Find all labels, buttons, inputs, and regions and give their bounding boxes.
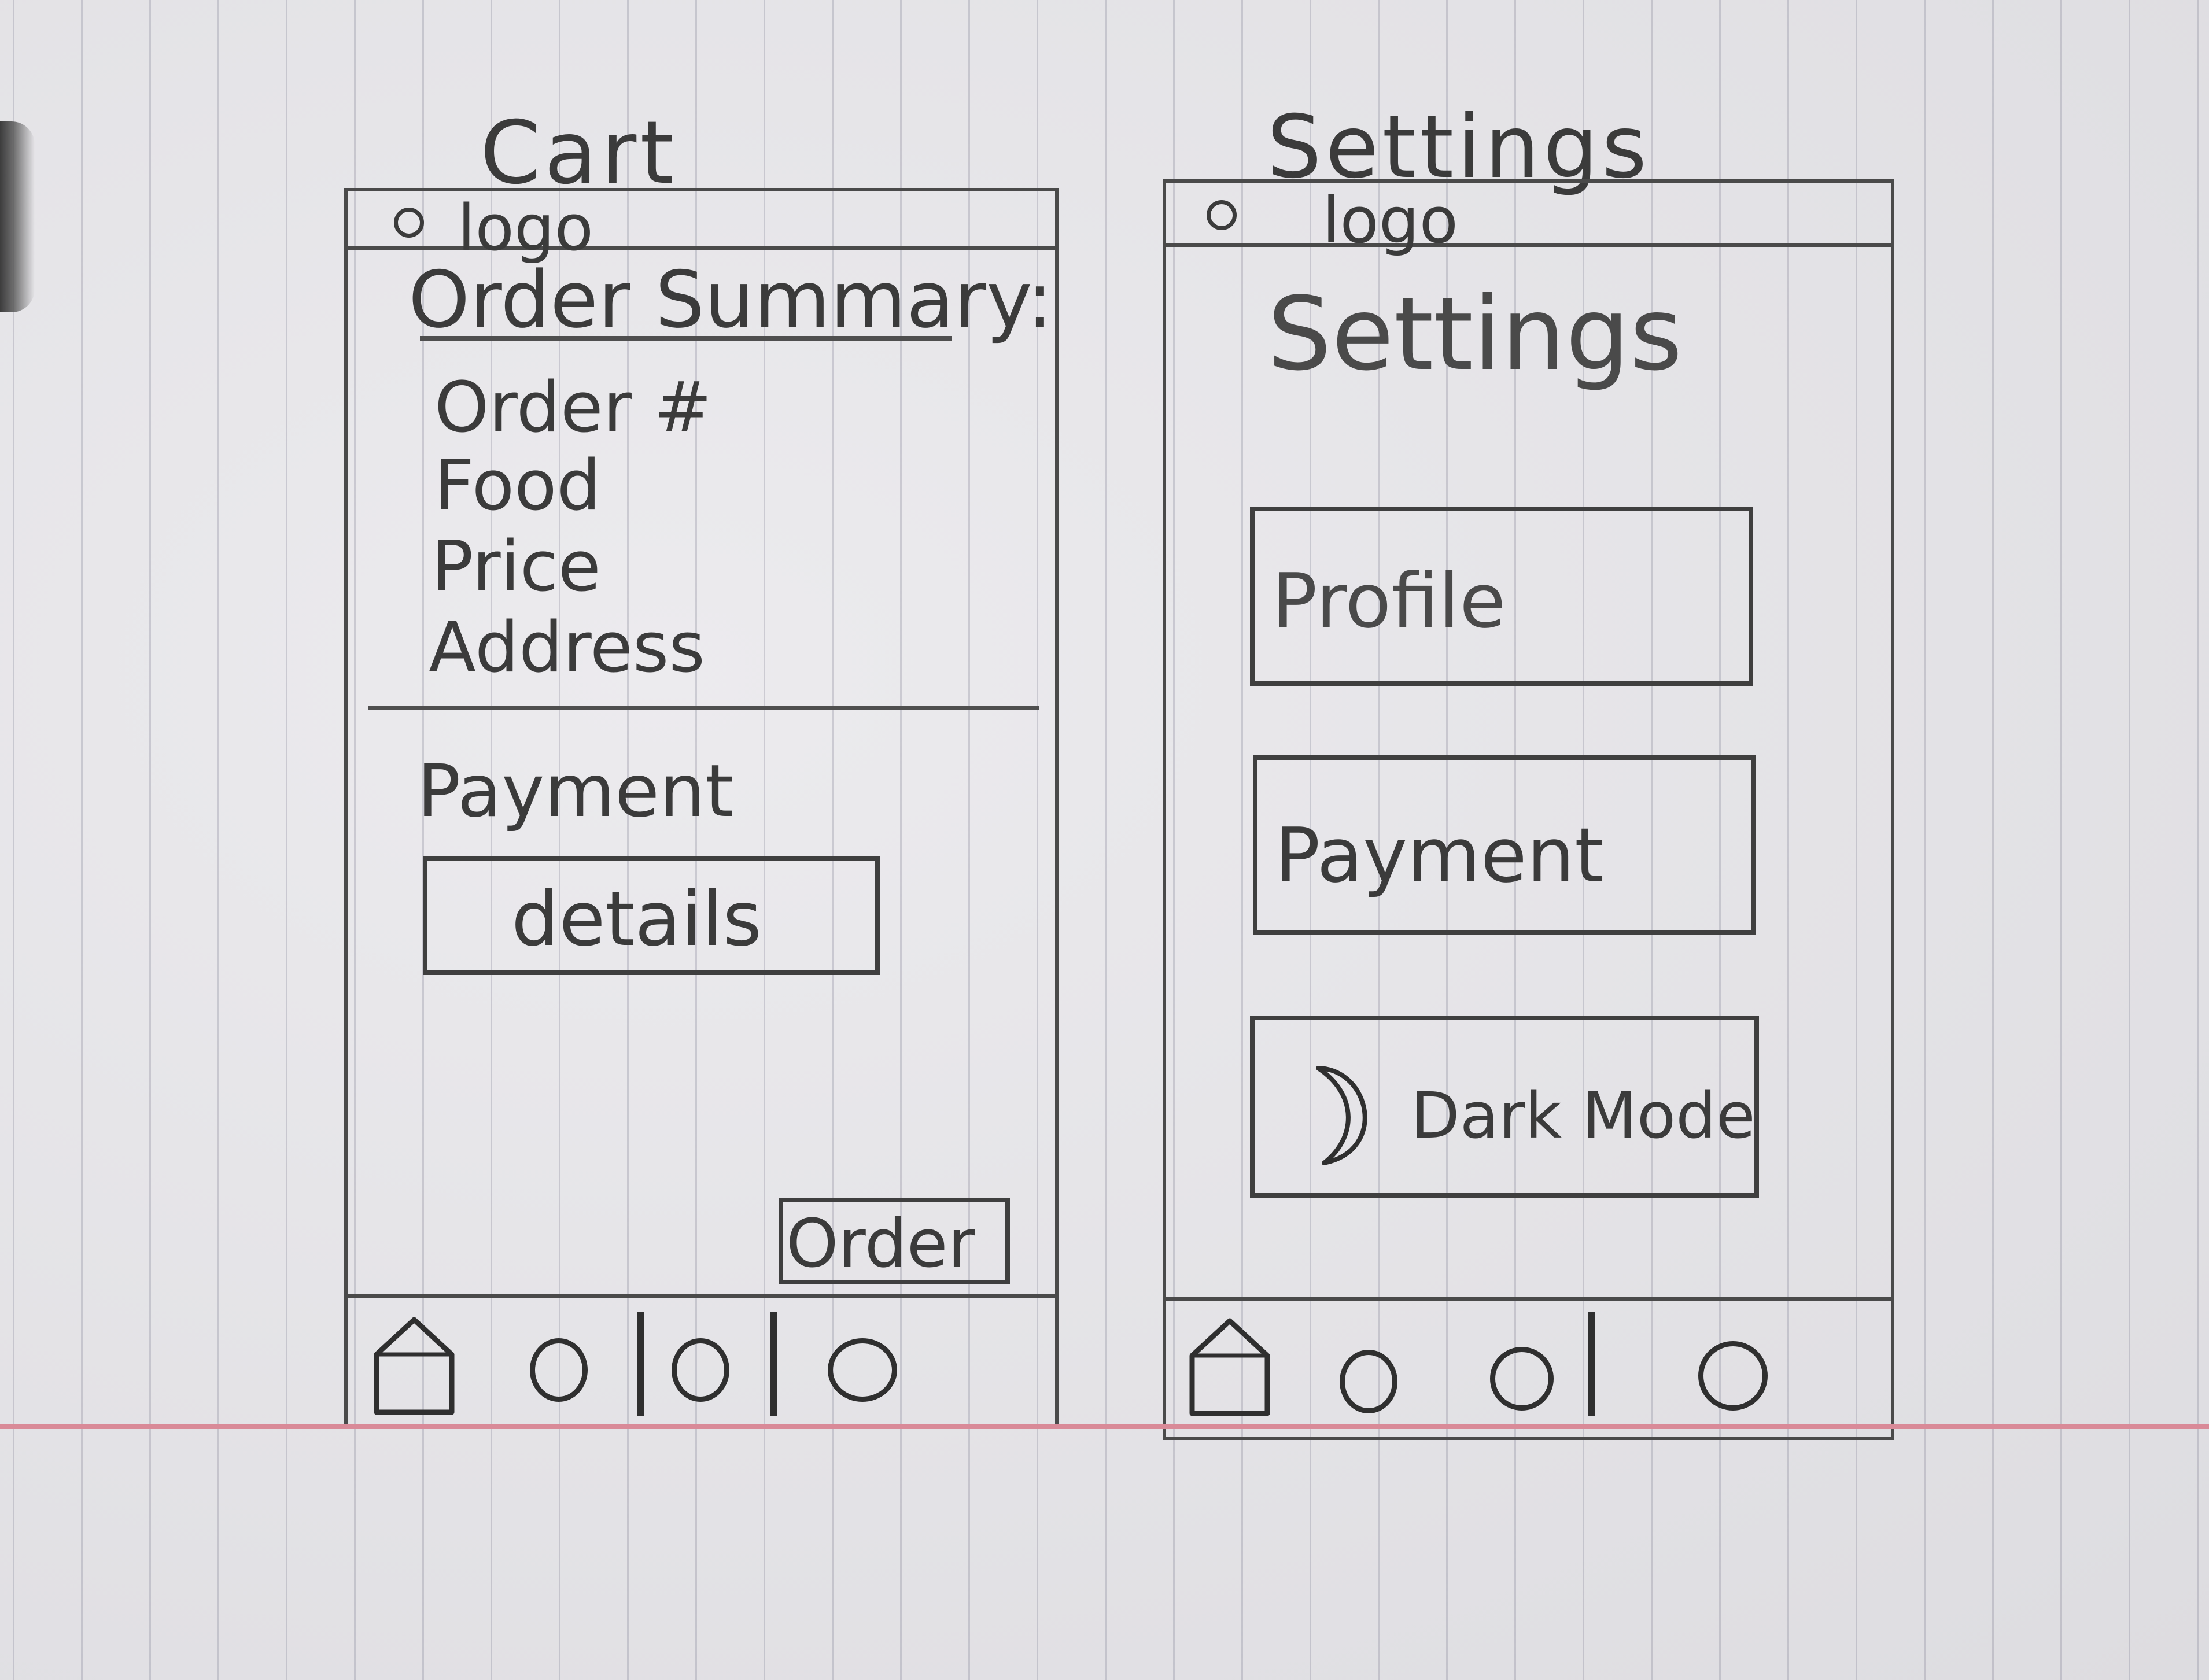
nav-divider xyxy=(637,1312,644,1416)
payment-settings-button[interactable]: Payment xyxy=(1253,755,1756,935)
profile-button[interactable]: Profile xyxy=(1250,507,1753,686)
order-summary-underline xyxy=(420,336,952,341)
profile-button-label: Profile xyxy=(1272,557,1506,645)
home-icon[interactable] xyxy=(1186,1315,1273,1416)
nav-circle-icon[interactable] xyxy=(828,1338,897,1402)
nav-divider xyxy=(1588,1312,1595,1416)
order-button-label: Order xyxy=(786,1205,975,1283)
cart-logo-bar: logo xyxy=(348,191,1055,260)
dark-mode-label: Dark Mode xyxy=(1411,1079,1756,1153)
cart-bottom-nav xyxy=(348,1294,1055,1425)
payment-settings-label: Payment xyxy=(1275,811,1605,899)
paper-edge-shadow xyxy=(0,121,35,312)
nav-divider xyxy=(770,1312,777,1416)
nav-circle-icon[interactable] xyxy=(1490,1347,1554,1411)
settings-logo-text: logo xyxy=(1322,183,1458,257)
cart-screen: logo Order Summary: Order # Food Price A… xyxy=(344,188,1059,1428)
nav-circle-icon[interactable] xyxy=(530,1338,588,1402)
logo-circle-icon xyxy=(394,208,424,238)
dark-mode-button[interactable]: Dark Mode xyxy=(1250,1016,1759,1198)
nav-circle-icon[interactable] xyxy=(1340,1350,1397,1413)
order-number-label: Order # xyxy=(434,368,712,448)
notebook-margin-line xyxy=(0,1424,2209,1429)
food-label: Food xyxy=(434,446,601,526)
cart-logo-text: logo xyxy=(458,191,593,265)
price-label: Price xyxy=(432,527,601,607)
home-icon[interactable] xyxy=(371,1314,458,1415)
payment-details-button[interactable]: details xyxy=(423,856,880,975)
notebook-paper: Cart logo Order Summary: Order # Food Pr… xyxy=(0,0,2209,1680)
nav-circle-icon[interactable] xyxy=(672,1338,729,1402)
order-button[interactable]: Order xyxy=(779,1198,1010,1284)
settings-screen: logo Settings Profile Payment Dark Mode xyxy=(1163,179,1894,1440)
logo-circle-icon xyxy=(1207,200,1237,230)
details-button-label: details xyxy=(511,875,762,963)
payment-label: Payment xyxy=(417,749,734,833)
cart-screen-title: Cart xyxy=(480,103,678,204)
settings-logo-bar: logo xyxy=(1166,183,1891,252)
settings-page-heading: Settings xyxy=(1267,276,1683,393)
settings-screen-title: Settings xyxy=(1267,97,1651,198)
settings-bottom-nav xyxy=(1166,1297,1891,1437)
summary-divider xyxy=(368,706,1039,710)
order-summary-heading: Order Summary: xyxy=(408,254,1053,345)
moon-icon xyxy=(1316,1066,1367,1165)
nav-circle-icon[interactable] xyxy=(1698,1341,1768,1411)
address-label: Address xyxy=(429,608,705,688)
